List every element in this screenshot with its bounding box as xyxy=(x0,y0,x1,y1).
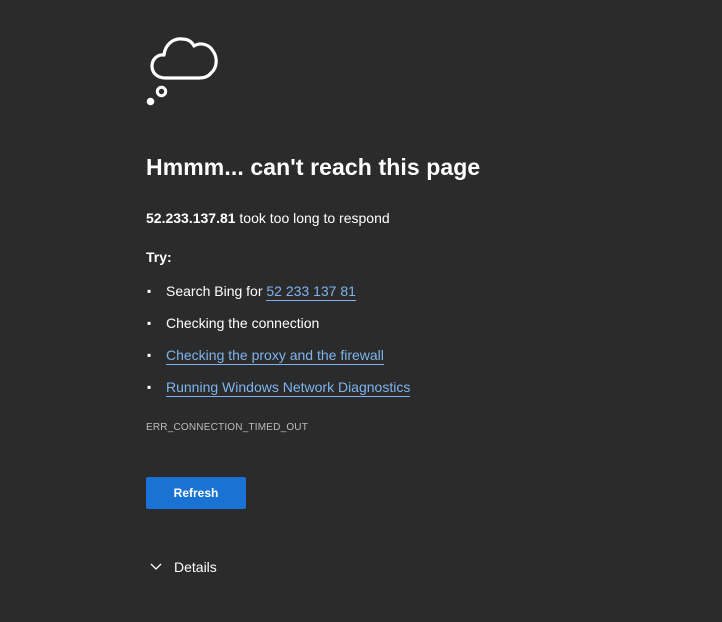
list-item: ▪ Checking the connection xyxy=(146,314,410,346)
try-label: Try: xyxy=(146,249,172,265)
details-label: Details xyxy=(174,559,217,575)
thought-cloud-icon xyxy=(146,37,218,106)
suggestion-list: ▪ Search Bing for 52 233 137 81 ▪ Checki… xyxy=(146,282,411,410)
bullet-icon: ▪ xyxy=(147,380,152,394)
refresh-button[interactable]: Refresh xyxy=(146,477,246,509)
proxy-firewall-link[interactable]: Checking the proxy and the firewall xyxy=(166,347,384,365)
bullet-icon: ▪ xyxy=(147,284,152,298)
list-item: ▪ Checking the proxy and the firewall xyxy=(146,346,410,378)
bullet-icon: ▪ xyxy=(147,348,152,362)
error-message-text: took too long to respond xyxy=(235,210,390,226)
error-code: ERR_CONNECTION_TIMED_OUT xyxy=(146,422,309,433)
error-message: 52.233.137.81 took too long to respond xyxy=(146,210,390,226)
host-address: 52.233.137.81 xyxy=(146,210,236,226)
list-item: ▪ Search Bing for 52 233 137 81 xyxy=(146,282,410,314)
chevron-down-icon xyxy=(150,563,162,570)
error-page: Hmmm... can't reach this page 52.233.137… xyxy=(0,0,722,622)
details-toggle[interactable]: Details xyxy=(146,557,217,577)
search-bing-prefix: Search Bing for xyxy=(166,283,267,299)
page-title: Hmmm... can't reach this page xyxy=(146,154,481,180)
network-diagnostics-link[interactable]: Running Windows Network Diagnostics xyxy=(166,379,411,397)
check-connection-text: Checking the connection xyxy=(166,315,320,331)
list-item: ▪ Running Windows Network Diagnostics xyxy=(146,378,411,410)
search-bing-link[interactable]: 52 233 137 81 xyxy=(266,283,356,301)
bullet-icon: ▪ xyxy=(147,316,152,330)
